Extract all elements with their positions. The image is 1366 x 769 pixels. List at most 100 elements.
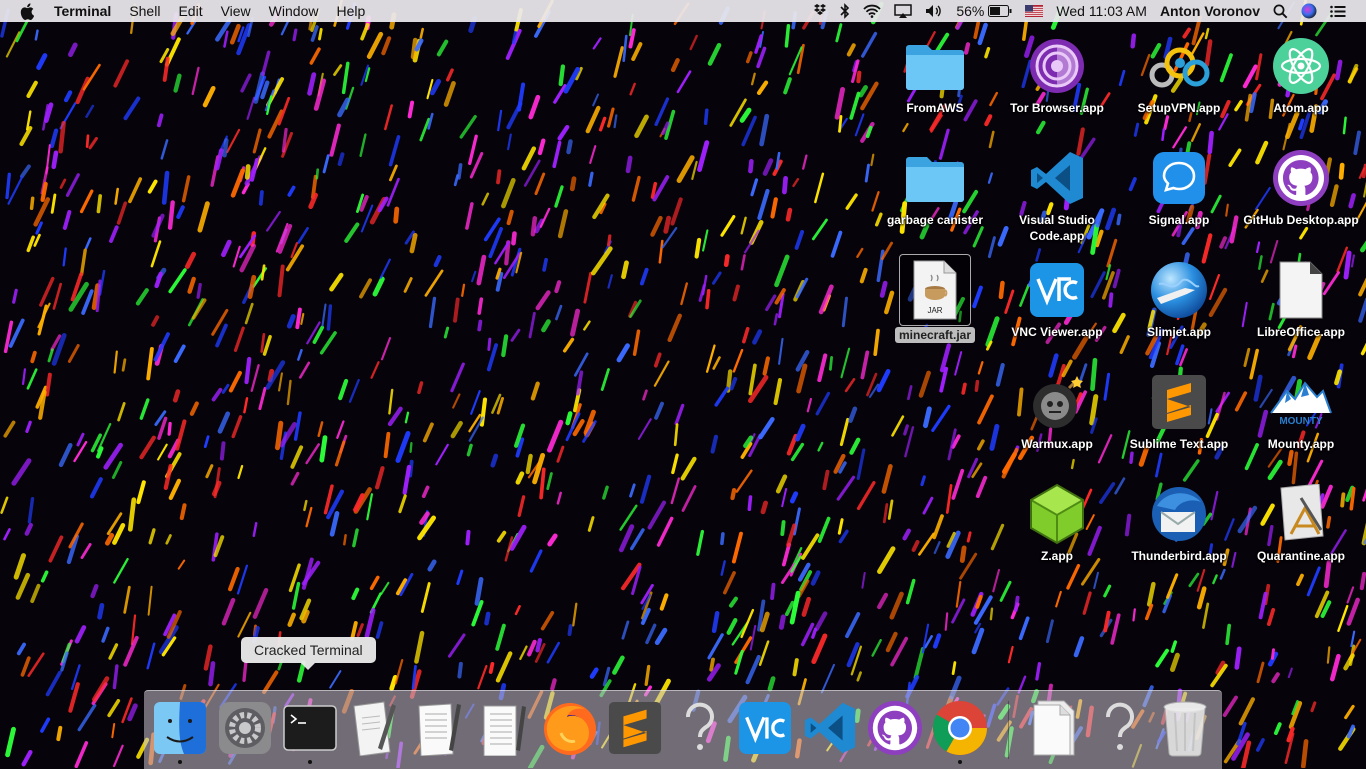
dock-firefox[interactable] bbox=[539, 697, 601, 759]
wallpaper-streak bbox=[567, 624, 573, 637]
folder-icon bbox=[903, 34, 967, 98]
chrome-icon bbox=[932, 701, 987, 756]
wallpaper-streak bbox=[525, 453, 533, 475]
spotlight-icon[interactable] bbox=[1273, 4, 1288, 19]
wallpaper-streak bbox=[1326, 646, 1331, 664]
desktop-icon-label: Visual Studio Code.app bbox=[1019, 213, 1095, 243]
jar-file-icon: JAR bbox=[899, 254, 971, 326]
wifi-icon[interactable] bbox=[863, 4, 882, 18]
desktop-icon-fromaws[interactable]: FromAWS bbox=[875, 34, 995, 116]
firefox-icon bbox=[544, 703, 596, 755]
wallpaper-streak bbox=[343, 533, 347, 546]
desktop-icon-label: FromAWS bbox=[906, 101, 964, 115]
system-preferences-icon bbox=[219, 702, 271, 754]
apple-menu-icon[interactable] bbox=[18, 2, 36, 20]
siri-icon[interactable] bbox=[1301, 3, 1317, 19]
wallpaper-streak bbox=[711, 610, 720, 634]
wallpaper-streak bbox=[1129, 451, 1134, 464]
wallpaper-streak bbox=[566, 139, 573, 155]
wallpaper-streak bbox=[1013, 595, 1020, 612]
wallpaper-streak bbox=[720, 532, 725, 546]
dock-tooltip: Cracked Terminal bbox=[241, 637, 376, 670]
wallpaper-streak bbox=[694, 237, 702, 259]
wallpaper-streak bbox=[558, 64, 566, 87]
desktop-icon-mounty[interactable]: MOUNTY Mounty.app bbox=[1241, 370, 1361, 452]
wallpaper-streak bbox=[1300, 739, 1309, 768]
menu-shell[interactable]: Shell bbox=[129, 3, 160, 19]
desktop-icon-garbage-canister[interactable]: garbage canister bbox=[875, 146, 995, 228]
menu-app-name[interactable]: Terminal bbox=[54, 3, 111, 19]
desktop-icon-atom[interactable]: Atom.app bbox=[1241, 34, 1361, 116]
volume-icon[interactable] bbox=[925, 4, 943, 18]
menu-edit[interactable]: Edit bbox=[178, 3, 202, 19]
dock-script-editor[interactable] bbox=[344, 697, 406, 759]
dock-separator bbox=[1008, 701, 1009, 759]
desktop-icon-z-app[interactable]: Z.app bbox=[997, 482, 1117, 564]
desktop-icon-tor-browser[interactable]: Tor Browser.app bbox=[997, 34, 1117, 116]
wallpaper-streak bbox=[219, 441, 226, 461]
desktop-icon-thunderbird[interactable]: Thunderbird.app bbox=[1119, 482, 1239, 564]
notification-center-icon[interactable] bbox=[1330, 5, 1346, 18]
dock-documents-stack[interactable] bbox=[1024, 697, 1086, 759]
clock[interactable]: Wed 11:03 AM bbox=[1056, 3, 1147, 19]
dock-system-preferences[interactable] bbox=[214, 697, 276, 759]
wallpaper-streak bbox=[393, 206, 400, 224]
textedit-icon bbox=[418, 703, 461, 756]
desktop-icon-label: Mounty.app bbox=[1267, 437, 1335, 451]
desktop-icon-warmux[interactable]: Warmux.app bbox=[997, 370, 1117, 452]
folder-icon bbox=[903, 146, 967, 210]
wallpaper-streak bbox=[222, 138, 229, 158]
mounty-wordmark: MOUNTY bbox=[1279, 416, 1323, 427]
wallpaper-streak bbox=[409, 441, 413, 453]
dock-vscode[interactable] bbox=[799, 697, 861, 759]
wallpaper-streak bbox=[747, 495, 753, 512]
dock-sublime-text[interactable] bbox=[604, 697, 666, 759]
desktop-icon-setupvpn[interactable]: SetupVPN.app bbox=[1119, 34, 1239, 116]
desktop-icon-vscode[interactable]: Visual Studio Code.app bbox=[997, 146, 1117, 244]
bluetooth-icon[interactable] bbox=[840, 3, 850, 19]
wallpaper-streak bbox=[705, 289, 711, 310]
dock-terminal[interactable] bbox=[279, 697, 341, 764]
dock-github-desktop[interactable] bbox=[864, 697, 926, 759]
us-flag-icon[interactable] bbox=[1025, 5, 1044, 17]
desktop-icon-github-desktop[interactable]: GitHub Desktop.app bbox=[1241, 146, 1361, 228]
dock-finder[interactable] bbox=[149, 697, 211, 764]
wallpaper-streak bbox=[959, 545, 967, 563]
user-name[interactable]: Anton Voronov bbox=[1160, 3, 1260, 19]
desktop-icon-quarantine[interactable]: Quarantine.app bbox=[1241, 482, 1361, 564]
menu-help[interactable]: Help bbox=[336, 3, 365, 19]
wallpaper-streak bbox=[748, 159, 754, 174]
wallpaper-streak bbox=[767, 676, 776, 692]
desktop-icon-sublime-text[interactable]: Sublime Text.app bbox=[1119, 370, 1239, 452]
vscode-icon bbox=[1025, 146, 1089, 210]
dock-textedit[interactable] bbox=[409, 697, 471, 759]
wallpaper-streak bbox=[782, 175, 788, 195]
wallpaper-streak bbox=[625, 155, 633, 174]
wallpaper-streak bbox=[565, 411, 573, 426]
wallpaper-streak bbox=[45, 372, 52, 397]
menu-view[interactable]: View bbox=[221, 3, 251, 19]
desktop-icon-libreoffice[interactable]: LibreOffice.app bbox=[1241, 258, 1361, 340]
desktop-icon-label: SetupVPN.app bbox=[1137, 101, 1221, 115]
dock-textedit-2[interactable] bbox=[474, 697, 536, 759]
wallpaper-streak bbox=[484, 611, 491, 626]
dock-unknown-app[interactable] bbox=[669, 697, 731, 759]
battery-icon[interactable] bbox=[988, 5, 1012, 17]
menu-window[interactable]: Window bbox=[269, 3, 319, 19]
desktop-icon-signal[interactable]: Signal.app bbox=[1119, 146, 1239, 228]
desktop-icon-vnc-viewer[interactable]: VNC Viewer.app bbox=[997, 258, 1117, 340]
dock-chrome[interactable] bbox=[929, 697, 991, 764]
dock-trash[interactable] bbox=[1154, 697, 1216, 759]
wallpaper-streak bbox=[709, 657, 715, 672]
desktop-icon-minecraft-jar[interactable]: JAR minecraft.jar bbox=[875, 254, 995, 343]
wallpaper-streak bbox=[244, 356, 252, 385]
desktop-icon-slimjet[interactable]: Slimjet.app bbox=[1119, 258, 1239, 340]
battery-percent[interactable]: 56% bbox=[956, 3, 984, 19]
airplay-icon[interactable] bbox=[894, 3, 913, 19]
wallpaper-streak bbox=[383, 431, 391, 459]
dock-unknown-app-2[interactable] bbox=[1089, 697, 1151, 759]
running-indicator bbox=[958, 760, 962, 764]
wallpaper-streak bbox=[1270, 648, 1275, 660]
dock-vnc-viewer[interactable] bbox=[734, 697, 796, 759]
dropbox-icon[interactable] bbox=[813, 3, 827, 19]
